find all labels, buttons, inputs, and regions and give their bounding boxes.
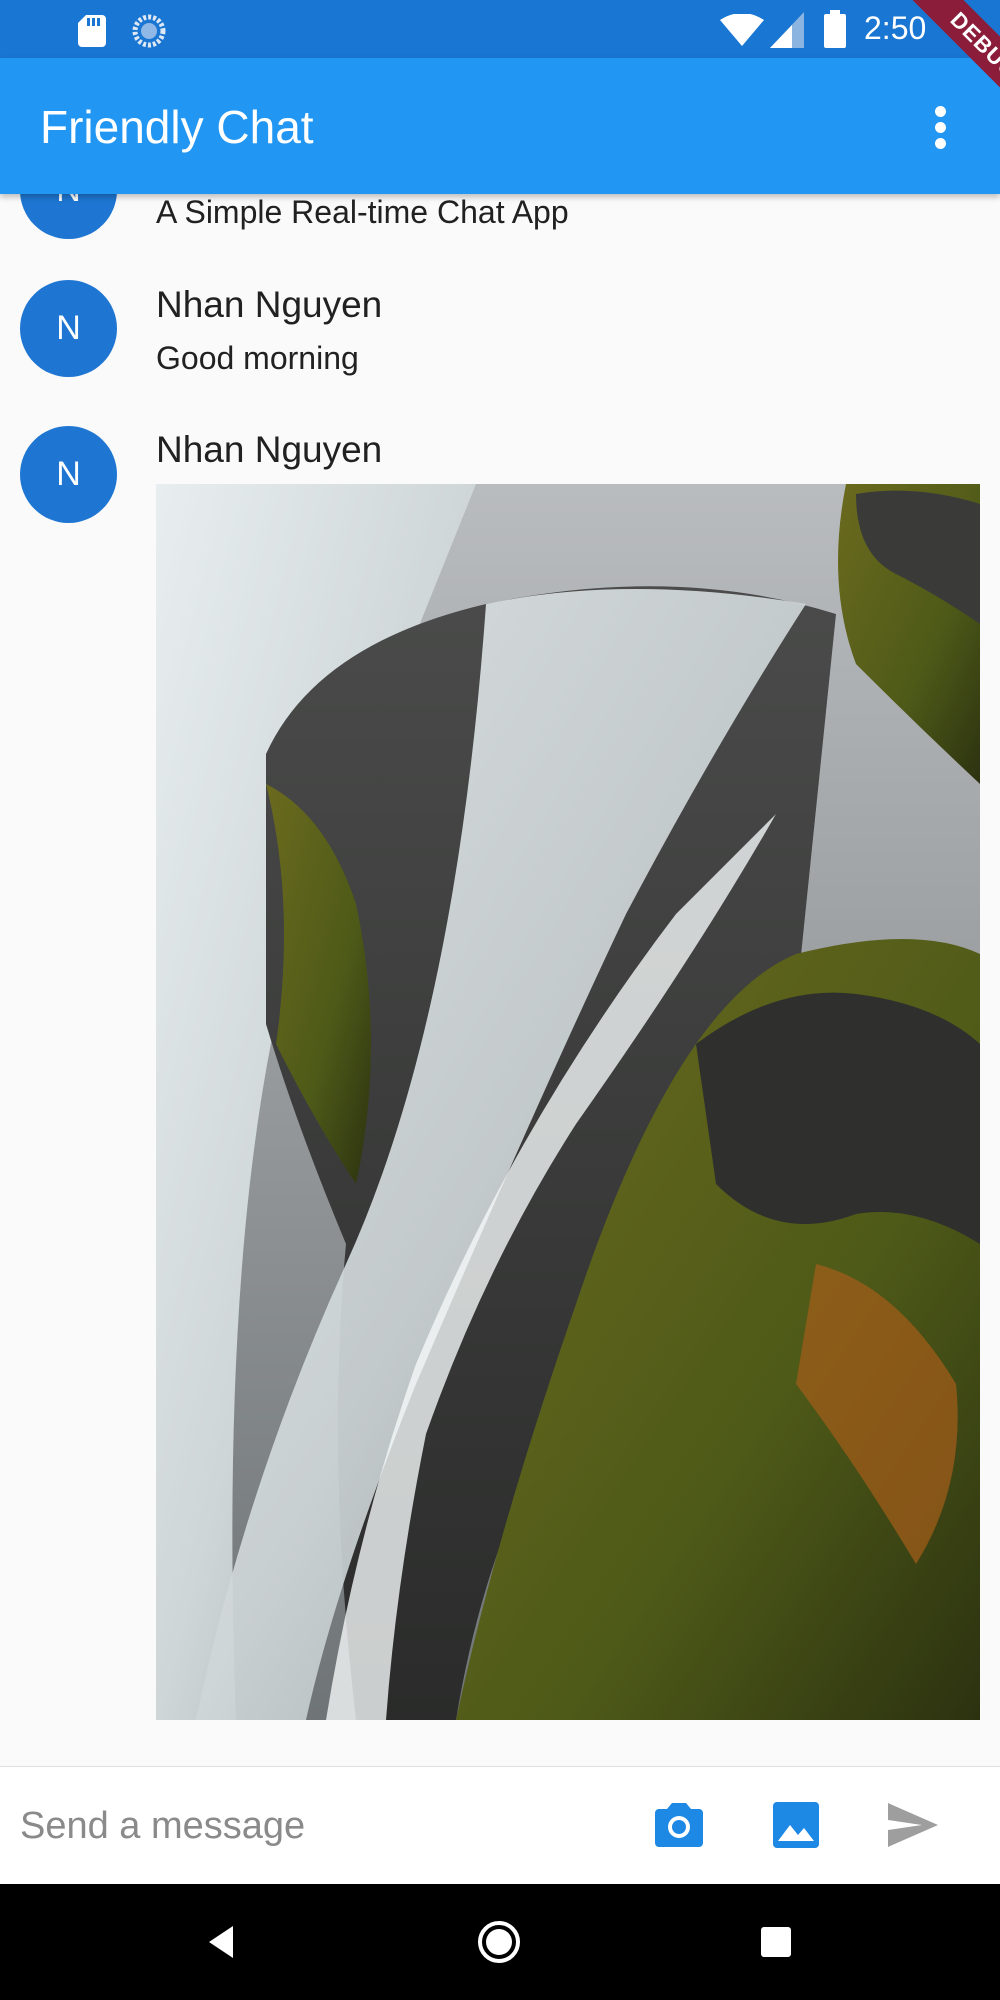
waterfall-photo-art <box>156 484 980 1720</box>
back-button[interactable] <box>199 1918 247 1966</box>
more-vert-icon-dot <box>935 138 946 149</box>
message-text: Good morning <box>156 340 359 376</box>
wifi-icon <box>720 14 764 46</box>
image-icon <box>773 1802 819 1848</box>
gallery-button[interactable] <box>768 1797 824 1853</box>
message-composer <box>0 1766 1000 1884</box>
status-bar: 2:50 <box>0 0 1000 58</box>
sync-icon <box>132 14 166 48</box>
more-vert-icon-dot <box>935 122 946 133</box>
message-list[interactable]: N A Simple Real-time Chat App N Nhan Ngu… <box>0 194 1000 1766</box>
message-text: A Simple Real-time Chat App <box>156 194 569 230</box>
avatar: N <box>20 194 117 239</box>
recents-button[interactable] <box>752 1918 800 1966</box>
sender-name: Nhan Nguyen <box>156 429 383 470</box>
system-nav-bar <box>0 1884 1000 2000</box>
app-bar: Friendly Chat <box>0 58 1000 194</box>
home-icon <box>478 1921 520 1963</box>
more-options-button[interactable] <box>920 98 960 158</box>
camera-icon <box>655 1803 703 1847</box>
status-time: 2:50 <box>864 10 927 46</box>
camera-button[interactable] <box>651 1797 707 1853</box>
more-vert-icon <box>935 106 946 117</box>
message-input[interactable] <box>20 1791 620 1861</box>
signal-icon <box>770 12 804 48</box>
sender-name: Nhan Nguyen <box>156 284 383 325</box>
avatar: N <box>20 280 117 377</box>
send-button[interactable] <box>884 1797 940 1853</box>
avatar: N <box>20 426 117 523</box>
recents-icon <box>761 1927 791 1957</box>
home-button[interactable] <box>475 1918 523 1966</box>
send-icon <box>888 1803 938 1847</box>
sd-card-icon <box>78 15 106 47</box>
waterfall-photo[interactable] <box>156 484 980 1720</box>
battery-icon <box>824 10 846 48</box>
app-title: Friendly Chat <box>40 101 314 153</box>
back-icon <box>209 1926 233 1958</box>
